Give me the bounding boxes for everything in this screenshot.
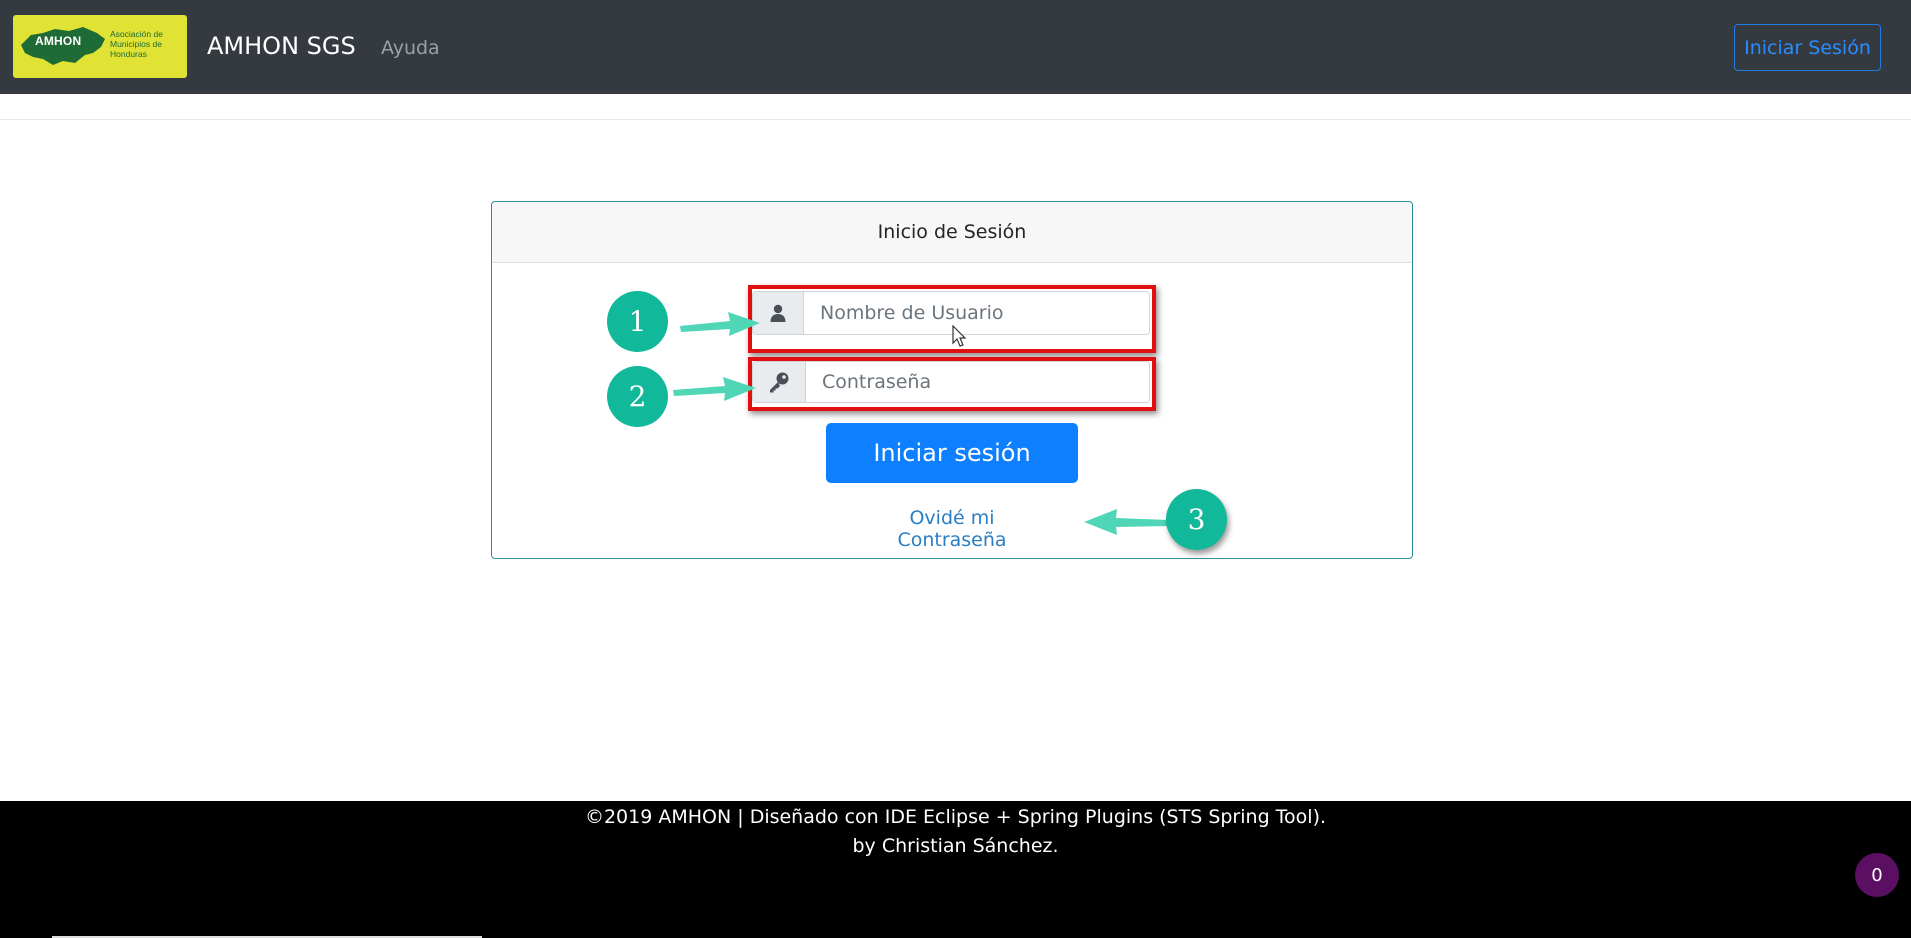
footer-copyright: ©2019 AMHON | Diseñado con IDE Eclipse +… (584, 806, 1327, 828)
arrow-3-icon (1084, 509, 1168, 535)
annotation-step-1: 1 (607, 291, 668, 352)
annotation-arrows (673, 312, 1168, 535)
notification-counter-badge[interactable]: 0 (1855, 853, 1899, 897)
annotation-step-3: 3 (1166, 489, 1227, 550)
annotation-step-2: 2 (607, 366, 668, 427)
arrow-2-icon (673, 377, 756, 401)
arrow-1-icon (680, 312, 760, 336)
mouse-cursor-icon (952, 325, 967, 347)
footer-credit: by Christian Sánchez. (852, 835, 1059, 857)
